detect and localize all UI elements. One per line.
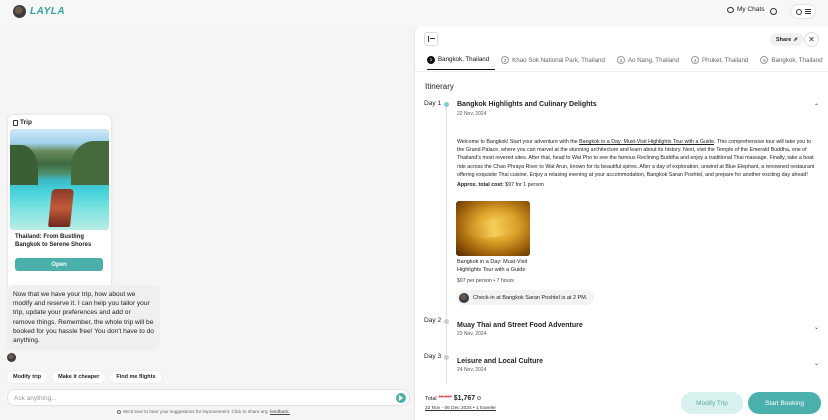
collapse-icon [427, 36, 435, 42]
day-3-title[interactable]: Leisure and Local Culture [457, 358, 543, 365]
chevron-up-icon[interactable]: ⌃ [814, 103, 819, 110]
feedback-text: We'd love to hear your suggestions for i… [123, 409, 269, 414]
tab-khao-sok[interactable]: 2 Khao Sok National Park, Thailand [501, 54, 611, 70]
trip-card[interactable]: Trip Thailand: From Bustling Bangkok to … [8, 115, 111, 301]
start-booking-button[interactable]: Start Booking [748, 392, 821, 414]
assistant-avatar [7, 353, 16, 362]
hamburger-icon [804, 9, 811, 14]
chat-icon [727, 6, 734, 13]
activity-image[interactable] [456, 201, 530, 256]
checkin-pill: Check-in at Bangkok Saran Poshtel is at … [456, 290, 595, 305]
cost-value: $97 for 1 person [505, 182, 544, 188]
chevron-down-icon[interactable]: ⌄ [814, 360, 819, 367]
trip-card-caption: Thailand: From Bustling Bangkok to Seren… [15, 234, 92, 248]
tabs-divider [415, 71, 828, 72]
total-label: Total [425, 396, 437, 402]
share-label: Share [776, 36, 792, 43]
day-1-title[interactable]: Bangkok Highlights and Culinary Delights [457, 101, 597, 108]
day-1-desc-prefix: Welcome to Bangkok! Start your adventure… [457, 139, 580, 145]
user-icon [795, 8, 802, 15]
suggestion-find-flights[interactable]: Find me flights [110, 371, 162, 383]
open-trip-button[interactable]: Open [15, 258, 103, 271]
day-3-dot [444, 355, 449, 360]
itinerary-panel: Share ⇗ ✕ 1 Bangkok, Thailand 2 Khao Sok… [414, 26, 828, 420]
tab-bangkok-return[interactable]: 5 Bangkok, Thailand [760, 54, 828, 70]
tab-ao-nang[interactable]: 3 Ao Nang, Thailand [616, 54, 685, 70]
day-1-description: Welcome to Bangkok! Start your adventure… [457, 138, 819, 179]
trip-dates[interactable]: 22 Nov - 06 Dec 2024 • 1 traveler [425, 406, 496, 411]
panel-footer: Total $1,817 $1,767 22 Nov - 06 Dec 2024… [415, 386, 828, 420]
total-line: Total $1,817 $1,767 [425, 394, 482, 402]
send-button[interactable] [396, 393, 406, 403]
checkin-text: Check-in at Bangkok Saran Poshtel is at … [473, 294, 588, 301]
suggestion-make-cheaper[interactable]: Make it cheaper [52, 371, 106, 383]
user-menu-button[interactable] [790, 4, 816, 19]
hotel-avatar [459, 292, 469, 303]
day-1-date: 22 Nov, 2024 [457, 111, 487, 117]
brand-logo[interactable]: LAYLA [30, 6, 65, 17]
suggestion-chips: Modify trip Make it cheaper Find me flig… [7, 371, 162, 383]
cliff-right [71, 141, 109, 185]
info-icon [117, 409, 121, 414]
cost-line: Approx. total cost: $97 for 1 person [457, 182, 544, 188]
trip-card-title-text: Trip [20, 119, 32, 126]
luggage-icon [13, 119, 18, 126]
tab-phuket[interactable]: 4 Phuket, Thailand [691, 54, 754, 70]
tab-label: Ao Nang, Thailand [627, 56, 680, 64]
trip-card-title: Trip [13, 119, 32, 126]
feedback-link[interactable]: feedback. [270, 409, 290, 414]
my-chats-label: My Chats [737, 6, 765, 13]
reclining-buddha-shape [466, 214, 522, 242]
tab-number: 4 [691, 56, 700, 64]
share-icon: ⇗ [793, 36, 798, 43]
chevron-down-icon[interactable]: ⌄ [814, 324, 819, 331]
day-2-date: 23 Nov, 2024 [457, 331, 487, 337]
old-price: $1,817 [438, 394, 452, 399]
day-1-label: Day 1 [424, 100, 442, 107]
itinerary-title: Itinerary [425, 82, 454, 91]
share-button[interactable]: Share ⇗ [770, 33, 804, 46]
tab-number: 1 [427, 55, 435, 64]
tab-number: 5 [760, 56, 769, 64]
cost-label: Approx. total cost: [457, 182, 504, 188]
tour-link[interactable]: Bangkok in a Day: Must-Visit Highlights … [579, 139, 714, 145]
ask-input-container [7, 389, 410, 406]
ask-input[interactable] [14, 393, 384, 403]
tab-label: Phuket, Thailand [702, 56, 749, 64]
close-icon[interactable]: ✕ [804, 32, 819, 47]
activity-meta: $97 per person • 7 hours [457, 278, 514, 284]
info-icon[interactable] [477, 396, 482, 400]
feedback-note: We'd love to hear your suggestions for i… [117, 409, 290, 414]
day-1-dot [444, 102, 449, 107]
day-3-date: 24 Nov, 2024 [457, 367, 487, 373]
assistant-message: Now that we have your trip, how about we… [7, 285, 160, 350]
day-3-label: Day 3 [424, 353, 442, 360]
tab-label: Bangkok, Thailand [438, 56, 490, 63]
timeline-line [446, 104, 447, 384]
day-2-title[interactable]: Muay Thai and Street Food Adventure [457, 322, 583, 329]
destination-tabs: 1 Bangkok, Thailand 2 Khao Sok National … [427, 54, 828, 70]
collapse-panel-button[interactable] [424, 32, 438, 46]
longtail-boat [48, 189, 74, 227]
day-2-dot [444, 319, 449, 324]
tab-bangkok[interactable]: 1 Bangkok, Thailand [427, 54, 496, 70]
top-bar: LAYLA My Chats [0, 0, 828, 26]
tab-label: Bangkok, Thailand [771, 56, 823, 64]
app-root: LAYLA My Chats Trip Thailand: From Bustl… [0, 0, 828, 420]
globe-icon[interactable] [770, 8, 777, 15]
cliff-left [10, 145, 38, 185]
total-price: $1,767 [453, 395, 476, 402]
avatar[interactable] [13, 5, 26, 18]
modify-trip-button[interactable]: Modify Trip [681, 392, 743, 414]
tab-label: Khao Sok National Park, Thailand [512, 56, 605, 64]
trip-image [10, 129, 109, 230]
chat-pane: Trip Thailand: From Bustling Bangkok to … [0, 26, 414, 420]
my-chats-button[interactable]: My Chats [727, 6, 764, 13]
activity-name[interactable]: Bangkok in a Day: Must-Visit Highlights … [457, 259, 539, 275]
day-2-label: Day 2 [424, 317, 442, 324]
tab-number: 2 [501, 56, 510, 64]
suggestion-modify-trip[interactable]: Modify trip [7, 371, 48, 383]
tab-number: 3 [616, 56, 625, 64]
